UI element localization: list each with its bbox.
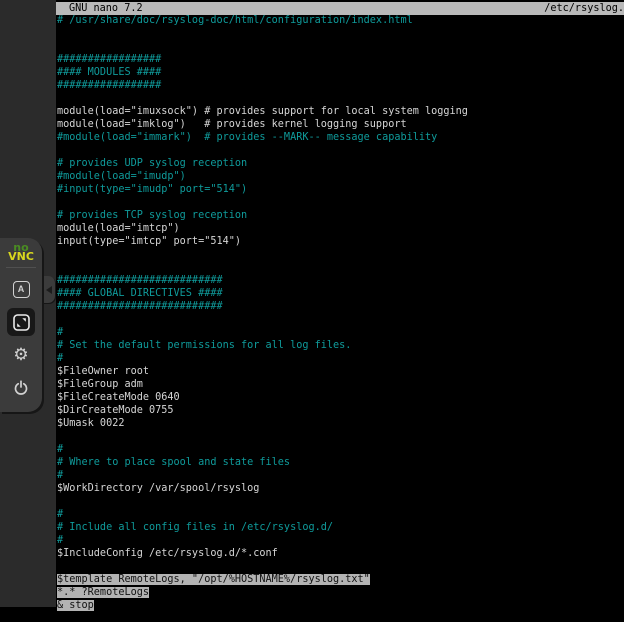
panel-divider — [6, 267, 36, 268]
terminal-line — [57, 40, 624, 53]
terminal-line: # — [57, 352, 624, 365]
terminal-line: #module(load="immark") # provides --MARK… — [57, 131, 624, 144]
terminal-line: module(load="imuxsock") # provides suppo… — [57, 105, 624, 118]
terminal-line: # — [57, 443, 624, 456]
terminal-line: $FileOwner root — [57, 365, 624, 378]
chevron-left-icon — [46, 286, 52, 294]
terminal-line: # provides TCP syslog reception — [57, 209, 624, 222]
novnc-control-panel: no VNC A ⚙ — [0, 238, 42, 412]
terminal-line: # — [57, 508, 624, 521]
terminal-line: #module(load="imudp") — [57, 170, 624, 183]
terminal-line: ################# — [57, 53, 624, 66]
terminal-line: # — [57, 534, 624, 547]
gear-icon: ⚙ — [13, 347, 28, 364]
terminal-line — [57, 313, 624, 326]
terminal-line: # — [57, 469, 624, 482]
terminal-line: # — [57, 326, 624, 339]
terminal-line — [57, 261, 624, 274]
terminal-line — [57, 144, 624, 157]
keyboard-key-icon: A — [13, 281, 30, 298]
terminal-line: # Set the default permissions for all lo… — [57, 339, 624, 352]
terminal-line: ################# — [57, 79, 624, 92]
keyboard-button[interactable]: A — [7, 275, 35, 303]
novnc-logo: no VNC — [8, 243, 34, 261]
terminal-line — [57, 430, 624, 443]
terminal-line — [57, 248, 624, 261]
fullscreen-icon — [13, 314, 30, 331]
terminal-line: # provides UDP syslog reception — [57, 157, 624, 170]
terminal-line: $template RemoteLogs, "/opt/%HOSTNAME%/r… — [57, 573, 624, 586]
terminal-line: $WorkDirectory /var/spool/rsyslog — [57, 482, 624, 495]
terminal-line: & stop — [57, 599, 624, 612]
panel-collapse-handle[interactable] — [42, 276, 55, 303]
terminal-line: $DirCreateMode 0755 — [57, 404, 624, 417]
terminal-line: #### GLOBAL DIRECTIVES #### — [57, 287, 624, 300]
terminal-screen[interactable]: GNU nano 7.2 /etc/rsyslog. # /usr/share/… — [56, 0, 624, 622]
terminal-line: #### MODULES #### — [57, 66, 624, 79]
terminal-line — [57, 196, 624, 209]
terminal-line: module(load="imtcp") — [57, 222, 624, 235]
terminal-line: ########################### — [57, 274, 624, 287]
fullscreen-button[interactable] — [7, 308, 35, 336]
terminal-line: #input(type="imudp" port="514") — [57, 183, 624, 196]
terminal-line: $Umask 0022 — [57, 417, 624, 430]
terminal-line: $FileCreateMode 0640 — [57, 391, 624, 404]
terminal-line — [57, 560, 624, 573]
terminal-line: # Where to place spool and state files — [57, 456, 624, 469]
terminal-line: $FileGroup adm — [57, 378, 624, 391]
power-icon — [13, 380, 29, 396]
novnc-logo-vnc: VNC — [8, 252, 34, 261]
terminal-line: *.* ?RemoteLogs — [57, 586, 624, 599]
terminal-content: # /usr/share/doc/rsyslog-doc/html/config… — [57, 14, 624, 612]
terminal-line: ########################### — [57, 300, 624, 313]
terminal-line — [57, 92, 624, 105]
terminal-line: module(load="imklog") # provides kernel … — [57, 118, 624, 131]
settings-button[interactable]: ⚙ — [7, 341, 35, 369]
terminal-line: input(type="imtcp" port="514") — [57, 235, 624, 248]
terminal-line — [57, 27, 624, 40]
terminal-line — [57, 495, 624, 508]
terminal-line: # /usr/share/doc/rsyslog-doc/html/config… — [57, 14, 624, 27]
terminal-line: $IncludeConfig /etc/rsyslog.d/*.conf — [57, 547, 624, 560]
power-button[interactable] — [7, 374, 35, 402]
terminal-line: # Include all config files in /etc/rsysl… — [57, 521, 624, 534]
